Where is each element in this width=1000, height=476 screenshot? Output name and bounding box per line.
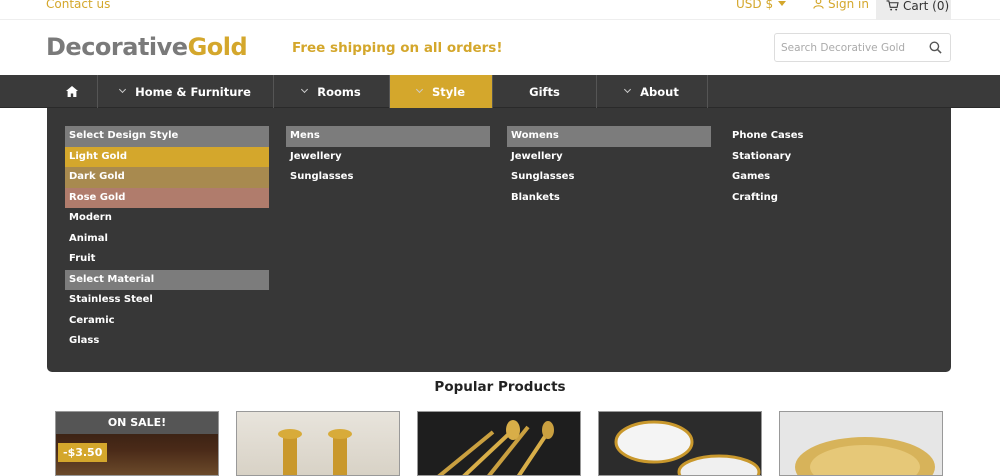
main-navigation: Home & Furniture Rooms Style Gifts About — [0, 75, 1000, 108]
menu-item-blankets[interactable]: Blankets — [507, 188, 711, 209]
nav-gifts[interactable]: Gifts — [493, 75, 597, 108]
cart-label: Cart (0) — [903, 0, 950, 13]
site-logo[interactable]: DecorativeGold — [46, 33, 248, 61]
menu-item-games[interactable]: Games — [728, 167, 932, 188]
menu-column-womens: Womens Jewellery Sunglasses Blankets — [507, 126, 711, 208]
nav-label: Home & Furniture — [135, 84, 251, 99]
nav-label: Style — [431, 84, 466, 99]
menu-item-light-gold[interactable]: Light Gold — [65, 146, 269, 167]
logo-text-decorative: Decorative — [46, 33, 188, 61]
menu-item-womens-sunglasses[interactable]: Sunglasses — [507, 167, 711, 188]
site-header: DecorativeGold Free shipping on all orde… — [0, 21, 1000, 75]
menu-item-phone-cases[interactable]: Phone Cases — [728, 126, 932, 147]
menu-item-modern[interactable]: Modern — [65, 208, 269, 229]
menu-item-crafting[interactable]: Crafting — [728, 188, 932, 209]
menu-item-womens-jewellery[interactable]: Jewellery — [507, 147, 711, 168]
top-utility-bar: Contact us USD $ Sign in Cart (0) — [0, 0, 1000, 20]
product-card[interactable] — [779, 411, 943, 476]
style-mega-menu: Select Design Style Light Gold Dark Gold… — [47, 108, 951, 372]
menu-item-rose-gold[interactable]: Rose Gold — [65, 187, 269, 208]
menu-column-other-gifts: Phone Cases Stationary Games Crafting — [728, 126, 932, 208]
sign-in-link[interactable]: Sign in — [813, 0, 869, 11]
nav-label: Gifts — [529, 84, 560, 99]
menu-header-design-style: Select Design Style — [65, 126, 269, 147]
nav-home[interactable] — [47, 75, 98, 108]
menu-item-ceramic[interactable]: Ceramic — [65, 311, 269, 332]
cart-button[interactable]: Cart (0) — [876, 0, 951, 20]
contact-us-link[interactable]: Contact us — [46, 0, 110, 11]
product-image — [614, 420, 761, 475]
menu-item-mens-sunglasses[interactable]: Sunglasses — [286, 167, 490, 188]
menu-column-design-style: Select Design Style Light Gold Dark Gold… — [65, 126, 269, 352]
nav-label: About — [640, 84, 679, 99]
menu-item-stainless-steel[interactable]: Stainless Steel — [65, 290, 269, 311]
menu-item-dark-gold[interactable]: Dark Gold — [65, 167, 269, 188]
on-sale-banner: ON SALE! — [56, 412, 218, 434]
popular-products-heading: Popular Products — [434, 379, 566, 395]
product-image — [437, 420, 554, 475]
search-icon[interactable] — [929, 41, 942, 54]
menu-column-mens: Mens Jewellery Sunglasses — [286, 126, 490, 188]
nav-about[interactable]: About — [597, 75, 708, 108]
menu-item-stationary[interactable]: Stationary — [728, 147, 932, 168]
currency-label: USD $ — [736, 0, 774, 11]
logo-text-gold: Gold — [187, 33, 248, 61]
search-box — [774, 33, 951, 62]
home-icon — [66, 86, 78, 97]
sign-in-label: Sign in — [828, 0, 869, 11]
free-shipping-banner: Free shipping on all orders! — [292, 40, 503, 56]
chevron-down-icon — [624, 85, 632, 94]
product-image — [795, 437, 935, 475]
chevron-down-icon — [119, 85, 127, 94]
chevron-down-icon — [301, 85, 309, 94]
menu-header-womens[interactable]: Womens — [507, 126, 711, 147]
menu-item-fruit[interactable]: Fruit — [65, 249, 269, 270]
nav-label: Rooms — [317, 84, 361, 99]
product-card[interactable] — [417, 411, 581, 476]
nav-style[interactable]: Style — [390, 75, 493, 108]
menu-item-glass[interactable]: Glass — [65, 331, 269, 352]
sale-price-tag: -$3.50 — [58, 443, 108, 462]
nav-home-furniture[interactable]: Home & Furniture — [98, 75, 274, 108]
product-card[interactable] — [598, 411, 762, 476]
chevron-down-icon — [415, 85, 424, 94]
cart-icon — [886, 0, 899, 11]
product-image — [278, 429, 352, 475]
product-card[interactable]: ON SALE! -$3.50 — [55, 411, 219, 476]
user-icon — [813, 0, 824, 9]
menu-header-material: Select Material — [65, 269, 269, 290]
caret-down-icon — [778, 1, 787, 6]
menu-header-mens[interactable]: Mens — [286, 126, 490, 147]
menu-item-animal[interactable]: Animal — [65, 229, 269, 250]
currency-selector[interactable]: USD $ — [736, 0, 787, 11]
menu-item-mens-jewellery[interactable]: Jewellery — [286, 147, 490, 168]
search-input[interactable] — [775, 34, 920, 61]
nav-rooms[interactable]: Rooms — [274, 75, 390, 108]
product-card[interactable] — [236, 411, 400, 476]
